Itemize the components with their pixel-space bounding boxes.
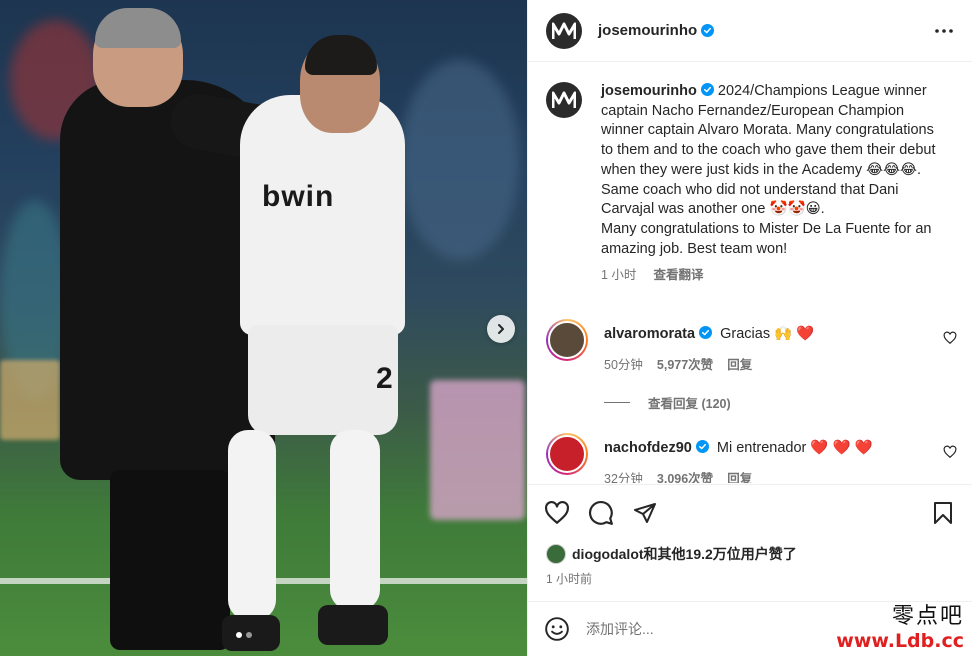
sideline-board (0, 360, 60, 440)
carousel-dots (236, 632, 252, 638)
likes-summary[interactable]: diogodalot和其他19.2万位用户赞了 (546, 544, 797, 564)
heart-icon (545, 500, 569, 524)
avatar-image (548, 435, 586, 474)
post-photo[interactable]: bwin 2 (0, 0, 527, 656)
verified-badge-icon (695, 440, 709, 454)
comment-username[interactable]: nachofdez90 (604, 440, 692, 456)
comment-bubble-icon (589, 500, 613, 525)
sideline-board (430, 380, 525, 520)
see-translation-link[interactable]: 查看翻译 (653, 266, 703, 286)
comment-avatar[interactable] (546, 319, 588, 362)
view-replies-button[interactable]: 查看回复 (120) (604, 393, 972, 412)
post-side-panel: josemourinho josemourinho 2024/Champions… (527, 0, 972, 656)
likes-summary-text: diogodalot和其他19.2万位用户赞了 (572, 546, 797, 562)
watermark-url: www.Ldb.cc (836, 630, 964, 652)
like-button[interactable] (544, 500, 570, 526)
replies-divider (604, 402, 630, 404)
reply-button[interactable]: 回复 (727, 354, 752, 373)
share-button[interactable] (632, 500, 658, 526)
crowd-background (400, 60, 520, 260)
verified-badge-icon (701, 24, 715, 37)
player-hair (305, 35, 377, 75)
save-button[interactable] (930, 500, 956, 526)
post-timestamp: 1 小时前 (546, 572, 593, 586)
emoji-icon[interactable] (544, 616, 570, 642)
shorts-number: 2 (376, 362, 393, 395)
carousel-next-button[interactable] (487, 315, 515, 343)
comments-scroll-area[interactable]: josemourinho 2024/Champions League winne… (528, 62, 972, 483)
caption-avatar[interactable] (546, 82, 582, 118)
comment-time: 32分钟 (604, 472, 643, 483)
comment-text: Gracias 🙌 ❤️ (720, 326, 815, 343)
paper-plane-icon (634, 502, 656, 523)
verified-badge-icon (699, 326, 713, 340)
comment-button[interactable] (588, 500, 614, 526)
caption-time: 1 小时 (601, 268, 637, 283)
comment-item: alvaromorata Gracias 🙌 ❤️ 50分钟 5,977次赞 回… (528, 319, 972, 373)
reply-button[interactable]: 回复 (727, 468, 752, 483)
comment-item: nachofdez90 Mi entrenador ❤️ ❤️ ❤️ 32分钟 … (528, 433, 972, 483)
carousel-dot (246, 632, 252, 638)
mourinho-logo-icon (552, 91, 576, 108)
coach-legs (110, 470, 230, 650)
player-boot (318, 605, 388, 645)
author-username[interactable]: josemourinho (598, 22, 697, 39)
caption-text: 2024/Champions League winner captain Nac… (601, 83, 936, 257)
chevron-right-icon (498, 324, 504, 334)
comment-avatar[interactable] (546, 433, 588, 476)
comment-username[interactable]: alvaromorata (604, 326, 695, 342)
post-header: josemourinho (528, 0, 972, 62)
comment-time: 50分钟 (604, 358, 643, 373)
comment-likes[interactable]: 3,096次赞 (657, 468, 713, 483)
post-action-bar (528, 484, 972, 540)
comment-body: nachofdez90 Mi entrenador ❤️ ❤️ ❤️ (604, 439, 873, 456)
caption-username[interactable]: josemourinho (601, 83, 697, 99)
site-watermark: 零点吧 www.Ldb.cc (836, 598, 964, 652)
coach-hair (95, 8, 181, 48)
verified-badge-icon (700, 83, 714, 96)
player-leg (228, 430, 276, 620)
player-leg (330, 430, 380, 610)
liker-avatar (546, 544, 566, 564)
author-avatar[interactable] (546, 12, 582, 49)
watermark-brand: 零点吧 (891, 604, 964, 629)
caption: josemourinho 2024/Champions League winne… (528, 62, 972, 286)
comment-likes[interactable]: 5,977次赞 (657, 354, 713, 373)
like-comment-heart-icon[interactable] (943, 445, 957, 459)
shirt-sponsor: bwin (262, 180, 335, 213)
bookmark-icon (934, 501, 952, 524)
more-options-icon[interactable] (934, 21, 954, 41)
carousel-dot (236, 632, 242, 638)
like-comment-heart-icon[interactable] (943, 331, 957, 345)
comment-body: alvaromorata Gracias 🙌 ❤️ (604, 325, 814, 342)
mourinho-logo-icon (552, 22, 576, 39)
comment-text: Mi entrenador ❤️ ❤️ ❤️ (716, 440, 873, 457)
caption-body: josemourinho 2024/Champions League winne… (601, 82, 945, 259)
avatar-image (548, 321, 586, 360)
view-replies-label: 查看回复 (120) (648, 397, 731, 412)
